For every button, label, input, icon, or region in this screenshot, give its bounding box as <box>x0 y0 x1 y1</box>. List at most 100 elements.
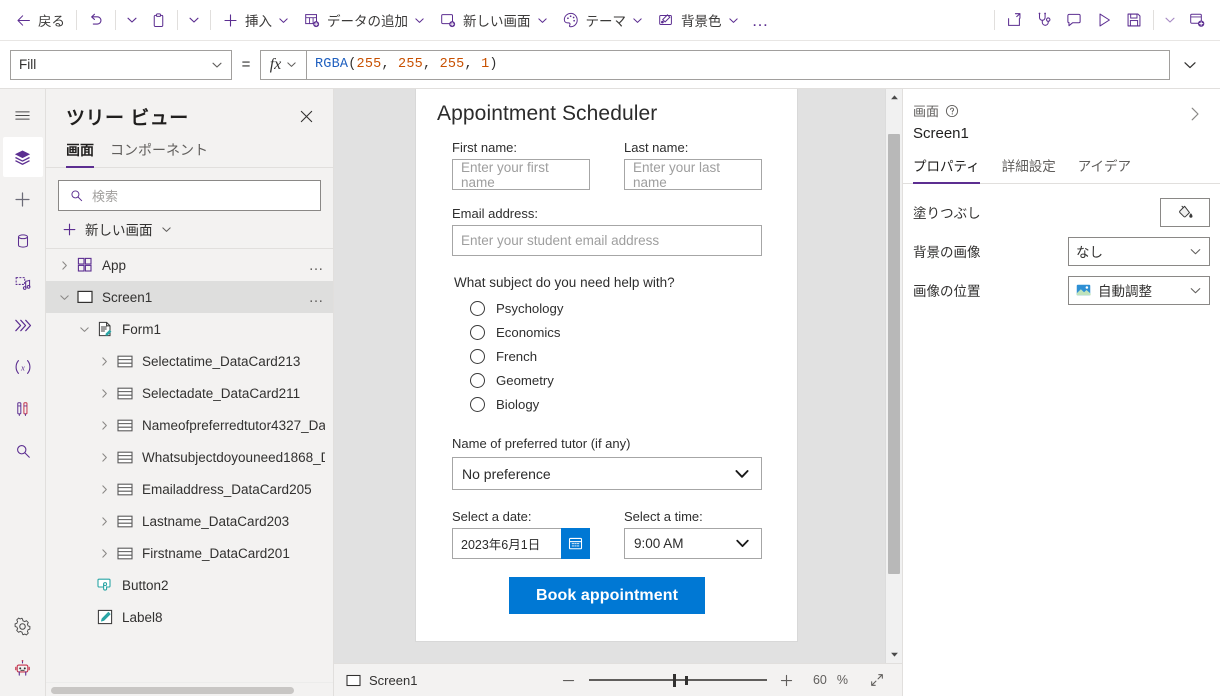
zoom-slider[interactable] <box>588 673 767 687</box>
formula-input[interactable]: RGBA(255, 255, 255, 1) <box>306 49 1170 80</box>
tree-item-selectadate-datacard211[interactable]: Selectadate_DataCard211 <box>46 377 333 409</box>
chevron-right-icon[interactable] <box>94 484 114 495</box>
zoom-out-button[interactable] <box>559 673 579 688</box>
rail-item-data[interactable] <box>3 221 43 261</box>
background-image-dropdown[interactable]: なし <box>1068 236 1210 266</box>
preview-button[interactable] <box>1089 4 1119 36</box>
tutor-dropdown[interactable]: No preference <box>452 457 762 490</box>
tab-ideas[interactable]: アイデア <box>1078 155 1131 183</box>
radio-circle-icon[interactable] <box>470 324 485 340</box>
formula-expand-button[interactable] <box>1170 56 1210 74</box>
chevron-right-icon[interactable] <box>94 420 114 431</box>
chevron-right-icon[interactable] <box>94 516 114 527</box>
paste-dropdown[interactable] <box>182 4 206 36</box>
tree-item-more-button[interactable]: … <box>303 257 326 274</box>
fx-button[interactable]: fx <box>260 49 306 80</box>
save-button[interactable] <box>1119 4 1149 36</box>
theme-button[interactable]: テーマ <box>555 4 651 36</box>
tree-item-firstname-datacard201[interactable]: Firstname_DataCard201 <box>46 537 333 569</box>
tree-horizontal-scrollbar[interactable] <box>46 682 333 696</box>
chevron-right-icon[interactable] <box>94 356 114 367</box>
chevron-right-icon[interactable] <box>94 388 114 399</box>
tree-item-button2[interactable]: Button2 <box>46 569 333 601</box>
radio-option-economics[interactable]: Economics <box>470 320 762 344</box>
rail-item-variables[interactable]: x <box>3 347 43 387</box>
book-appointment-button[interactable]: Book appointment <box>509 577 705 614</box>
rail-item-insert[interactable] <box>3 179 43 219</box>
share-button[interactable] <box>999 4 1029 36</box>
time-dropdown[interactable]: 9:00 AM <box>624 528 762 559</box>
radio-option-french[interactable]: French <box>470 344 762 368</box>
date-picker[interactable]: 2023年6月1日 <box>452 528 590 559</box>
new-screen-button-tree[interactable]: 新しい画面 <box>46 211 333 249</box>
close-tree-view-button[interactable] <box>293 104 319 130</box>
background-color-button[interactable]: 背景色 <box>650 4 746 36</box>
scrollbar-thumb[interactable] <box>51 687 294 694</box>
tree-item-screen1[interactable]: Screen1… <box>46 281 333 313</box>
tree-item-emailaddress-datacard205[interactable]: Emailaddress_DataCard205 <box>46 473 333 505</box>
zoom-in-button[interactable] <box>777 673 797 688</box>
radio-circle-icon[interactable] <box>470 348 485 364</box>
chevron-right-icon[interactable] <box>94 452 114 463</box>
tab-advanced[interactable]: 詳細設定 <box>1002 155 1056 183</box>
radio-option-geometry[interactable]: Geometry <box>470 368 762 392</box>
tree-item-whatsubjectdoyouneed1868-datacard[interactable]: Whatsubjectdoyouneed1868_DataCard <box>46 441 333 473</box>
help-circle-icon[interactable] <box>945 104 959 118</box>
overflow-menu-button[interactable]: … <box>746 4 776 36</box>
fit-to-screen-button[interactable] <box>864 672 890 688</box>
tree-item-app[interactable]: App… <box>46 249 333 281</box>
rail-item-copilot[interactable] <box>3 648 43 688</box>
screen-preview[interactable]: Appointment Scheduler First name: Enter … <box>415 89 798 642</box>
radio-option-psychology[interactable]: Psychology <box>470 296 762 320</box>
chevron-right-icon[interactable] <box>54 260 74 271</box>
rail-item-tree-view[interactable] <box>2 137 43 177</box>
rail-item-media[interactable] <box>3 263 43 303</box>
calendar-button[interactable] <box>561 528 590 559</box>
canvas-vertical-scrollbar[interactable] <box>885 89 902 663</box>
chevron-right-icon[interactable] <box>94 548 114 559</box>
new-screen-button[interactable]: 新しい画面 <box>432 4 555 36</box>
radio-circle-icon[interactable] <box>470 300 485 316</box>
search-input[interactable]: 検索 <box>58 180 321 211</box>
email-input[interactable]: Enter your student email address <box>452 225 762 256</box>
collapse-properties-button[interactable] <box>1182 101 1208 127</box>
rail-item-search[interactable] <box>3 431 43 471</box>
chevron-down-icon[interactable] <box>54 292 74 303</box>
undo-dropdown[interactable] <box>120 4 144 36</box>
tab-properties[interactable]: プロパティ <box>913 155 980 184</box>
tree-item-label8[interactable]: Label8 <box>46 601 333 633</box>
hamburger-menu-button[interactable] <box>3 95 43 135</box>
save-dropdown[interactable] <box>1158 4 1182 36</box>
scrollbar-thumb[interactable] <box>888 134 900 574</box>
add-data-button[interactable]: データの追加 <box>296 4 432 36</box>
chevron-down-icon[interactable] <box>74 324 94 335</box>
tab-components[interactable]: コンポーネント <box>110 136 208 167</box>
fill-color-button[interactable] <box>1160 197 1210 227</box>
tree-item-form1[interactable]: Form1 <box>46 313 333 345</box>
radio-option-biology[interactable]: Biology <box>470 392 762 416</box>
tree-item-selectatime-datacard213[interactable]: Selectatime_DataCard213 <box>46 345 333 377</box>
back-button[interactable]: 戻る <box>8 4 72 36</box>
radio-circle-icon[interactable] <box>470 396 485 412</box>
rail-item-advanced-tools[interactable] <box>3 389 43 429</box>
paste-button[interactable] <box>144 4 173 36</box>
radio-circle-icon[interactable] <box>470 372 485 388</box>
property-select[interactable]: Fill <box>10 49 232 80</box>
scroll-down-arrow[interactable] <box>886 646 902 663</box>
date-value[interactable]: 2023年6月1日 <box>452 528 561 559</box>
scroll-up-arrow[interactable] <box>886 89 902 106</box>
zoom-slider-handle[interactable] <box>672 673 676 687</box>
last-name-input[interactable]: Enter your last name <box>624 159 762 190</box>
insert-button[interactable]: 挿入 <box>215 4 296 36</box>
image-position-dropdown[interactable]: 自動調整 <box>1068 275 1210 305</box>
rail-item-power-automate[interactable] <box>3 305 43 345</box>
publish-button[interactable] <box>1182 4 1212 36</box>
tree-item-more-button[interactable]: … <box>303 289 326 306</box>
tree-item-nameofpreferredtutor4327-datacard[interactable]: Nameofpreferredtutor4327_DataCard <box>46 409 333 441</box>
rail-item-settings[interactable] <box>3 606 43 646</box>
comment-button[interactable] <box>1059 4 1089 36</box>
tree-item-lastname-datacard203[interactable]: Lastname_DataCard203 <box>46 505 333 537</box>
status-screen-indicator[interactable]: Screen1 <box>346 673 417 688</box>
check-app-health-button[interactable] <box>1029 4 1059 36</box>
tab-screens[interactable]: 画面 <box>66 136 94 168</box>
